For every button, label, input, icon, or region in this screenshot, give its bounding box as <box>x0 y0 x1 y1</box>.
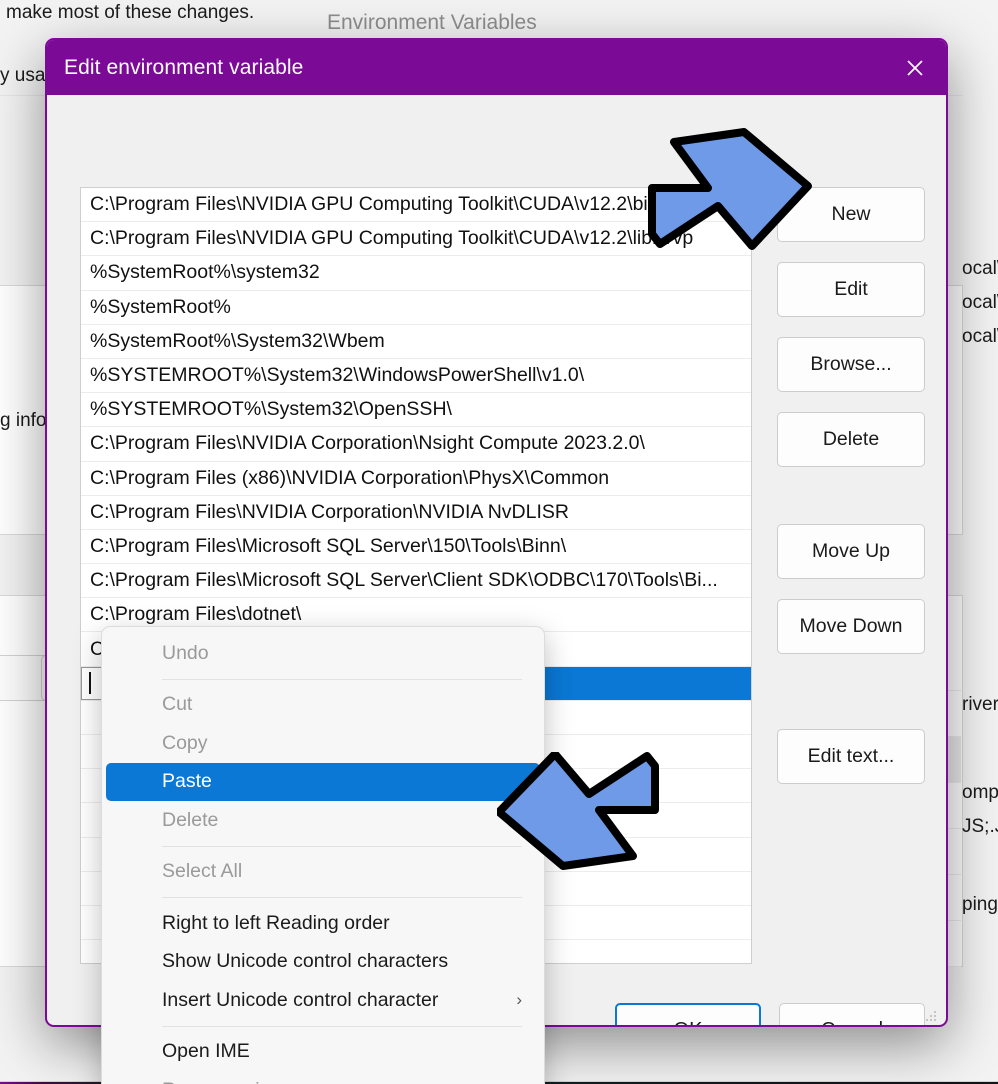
context-menu-item: Undo <box>106 634 540 673</box>
background-text-fragment: JS;.JS <box>962 816 998 837</box>
context-menu-item-label: Reconversion <box>162 1079 281 1084</box>
context-menu-item[interactable]: Right to left Reading order <box>106 904 540 943</box>
context-menu-item: Copy <box>106 724 540 763</box>
background-text-fragment: ocal\ <box>962 292 998 313</box>
background-text-fragment: ping 1 <box>962 894 998 915</box>
cancel-button[interactable]: Cancel <box>779 1003 925 1025</box>
path-list-item[interactable]: C:\Program Files\Microsoft SQL Server\Cl… <box>81 564 751 599</box>
path-list-item[interactable]: C:\Program Files\Microsoft SQL Server\15… <box>81 530 751 565</box>
delete-button[interactable]: Delete <box>777 412 925 467</box>
path-list-item[interactable]: C:\Program Files (x86)\NVIDIA Corporatio… <box>81 462 751 496</box>
context-menu-item: Delete <box>106 801 540 840</box>
path-list-item[interactable]: %SystemRoot% <box>81 291 751 325</box>
context-menu-separator <box>162 1025 522 1027</box>
context-menu-item: Reconversion <box>106 1071 540 1084</box>
context-menu-separator <box>162 897 522 898</box>
dialog-footer-buttons: OK Cancel <box>615 1003 925 1025</box>
background-text-fragment: ocal\ <box>962 258 998 279</box>
text-context-menu[interactable]: Undo Cut Copy Paste Delete Select All Right to… <box>101 626 545 1084</box>
context-menu-item-label: Paste <box>162 770 212 793</box>
edit-button[interactable]: Edit <box>777 262 925 317</box>
context-menu-item-label: Right to left Reading order <box>162 911 390 934</box>
edit-text-button[interactable]: Edit text... <box>777 729 925 784</box>
browse-button[interactable]: Browse... <box>777 337 925 392</box>
text-caret <box>89 672 91 695</box>
context-menu-item[interactable]: Open IME <box>106 1033 540 1072</box>
background-text-fragment: g info <box>0 410 47 431</box>
path-list-item[interactable]: %SYSTEMROOT%\System32\WindowsPowerShell\… <box>81 359 751 394</box>
context-menu-item[interactable]: Paste <box>106 762 540 801</box>
background-text-fragment: ocal\ <box>962 326 998 347</box>
resize-grip-icon[interactable] <box>924 1009 938 1023</box>
new-button[interactable]: New <box>777 187 925 242</box>
context-menu-item-label: Delete <box>162 808 219 831</box>
context-menu-item-label: Show Unicode control characters <box>162 950 449 973</box>
context-menu-item: Cut <box>106 686 540 725</box>
path-list-item[interactable]: C:\Program Files\NVIDIA GPU Computing To… <box>81 188 751 223</box>
path-list-item[interactable]: %SYSTEMROOT%\System32\OpenSSH\ <box>81 393 751 428</box>
move-down-button[interactable]: Move Down <box>777 599 925 654</box>
chevron-right-icon: › <box>516 990 522 1010</box>
context-menu-separator <box>162 678 522 680</box>
close-icon[interactable] <box>884 40 946 95</box>
move-up-button[interactable]: Move Up <box>777 524 925 579</box>
background-text-fragment: y usa <box>0 65 46 86</box>
context-menu-item-label: Undo <box>162 641 209 664</box>
path-list-item[interactable]: C:\Program Files\NVIDIA Corporation\Nsig… <box>81 427 751 462</box>
background-window-title: Environment Variables <box>327 11 537 34</box>
background-text-fragment: riverD <box>962 694 998 715</box>
path-list-item[interactable]: C:\Program Files\NVIDIA Corporation\NVID… <box>81 496 751 530</box>
context-menu-item[interactable]: Insert Unicode control character › <box>106 981 540 1020</box>
dialog-title: Edit environment variable <box>64 55 304 79</box>
context-menu-item-label: Copy <box>162 731 208 754</box>
context-menu-item-label: Open IME <box>162 1040 250 1063</box>
path-list-item[interactable]: %SystemRoot%\system32 <box>81 256 751 291</box>
background-text-fragment: ompu <box>962 782 998 803</box>
side-button-column: New Edit Browse... Delete Move Up Move Down Ed… <box>777 187 925 784</box>
context-menu-item-label: Select All <box>162 860 243 883</box>
context-menu-item: Select All <box>106 853 540 892</box>
context-menu-separator <box>162 845 522 847</box>
context-menu-item-label: Cut <box>162 693 193 716</box>
context-menu-item[interactable]: Show Unicode control characters <box>106 943 540 982</box>
background-text-fragment: make most of these changes. <box>6 2 255 23</box>
path-list-item[interactable]: C:\Program Files\NVIDIA GPU Computing To… <box>81 222 751 257</box>
context-menu-item-label: Insert Unicode control character <box>162 988 439 1011</box>
path-list-item[interactable]: %SystemRoot%\System32\Wbem <box>81 325 751 359</box>
ok-button[interactable]: OK <box>615 1003 761 1025</box>
screen: Environment Variables make most of these… <box>0 0 998 1084</box>
dialog-titlebar: Edit environment variable <box>47 40 946 95</box>
